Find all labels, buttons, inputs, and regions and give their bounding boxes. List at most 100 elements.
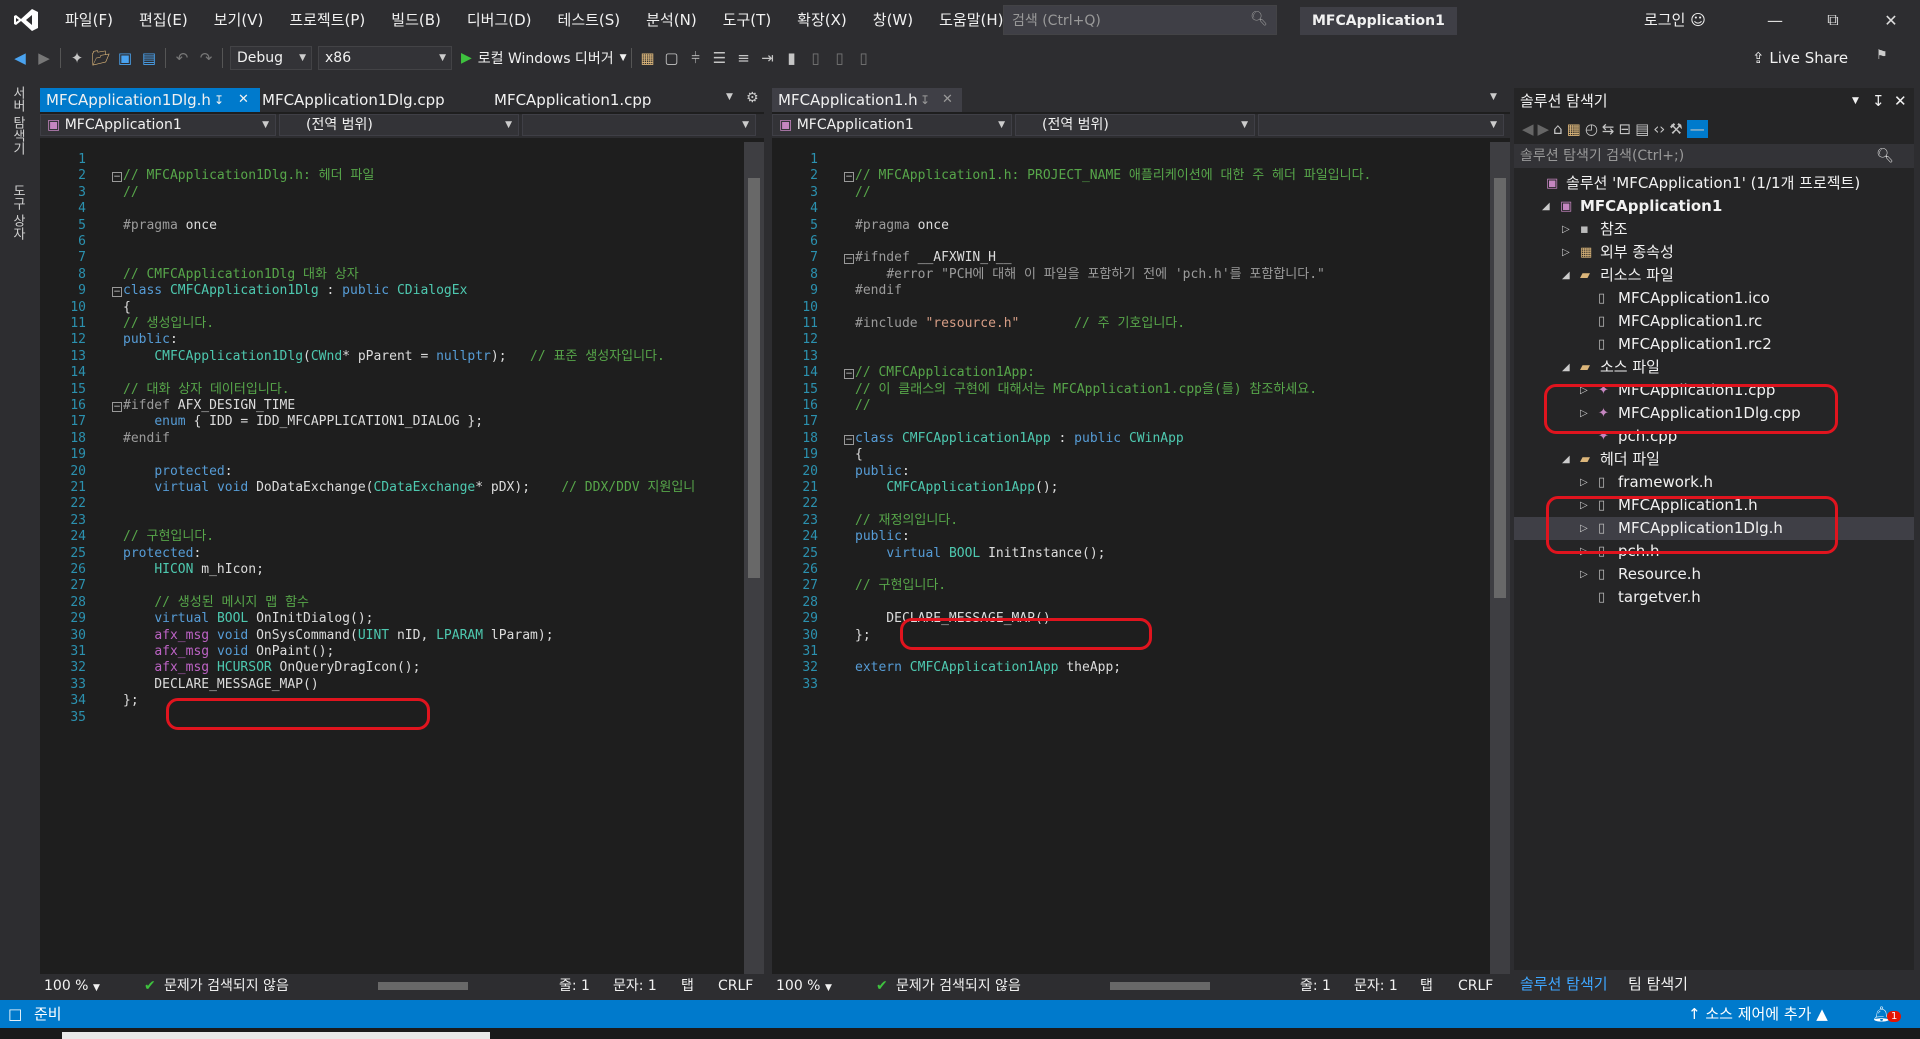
- back-icon[interactable]: ◀: [1522, 120, 1534, 138]
- collapse-all-icon[interactable]: ⊟: [1618, 120, 1631, 138]
- open-folder-icon[interactable]: 📂︎: [89, 46, 113, 70]
- tree-item[interactable]: ▷ ▦ 외부 종속성: [1514, 241, 1914, 264]
- menu-item[interactable]: 빌드(B): [378, 0, 454, 40]
- fold-toggle-icon[interactable]: −: [844, 434, 854, 445]
- member-select[interactable]: ▼: [1258, 114, 1504, 136]
- platform-select[interactable]: x86 ▼: [318, 46, 452, 70]
- tab-overflow-icon[interactable]: ▼: [1490, 92, 1497, 102]
- tab-overflow-icon[interactable]: ▼: [726, 92, 733, 102]
- tab-mfcapplication1-h[interactable]: MFCApplication1.h ↧ ✕: [772, 88, 962, 112]
- toolbox-tab[interactable]: 도구 상자: [8, 184, 27, 240]
- issues-status[interactable]: 문제가 검색되지 않음: [896, 974, 1021, 998]
- horizontal-scrollbar[interactable]: [364, 974, 494, 998]
- collapsed-arrow-icon[interactable]: ▷: [1580, 563, 1588, 586]
- solution-search-input[interactable]: 솔루션 탐색기 검색(Ctrl+;) 🔍︎: [1514, 144, 1914, 168]
- tree-item[interactable]: ▯ MFCApplication1.rc2: [1514, 333, 1914, 356]
- switch-views-icon[interactable]: ▦: [1567, 120, 1581, 138]
- output-window-icon[interactable]: □: [8, 1000, 22, 1028]
- member-select[interactable]: ▼: [522, 114, 756, 136]
- view-code-icon[interactable]: ‹›: [1653, 120, 1665, 138]
- back-icon[interactable]: ◀: [8, 46, 32, 70]
- menu-item[interactable]: 파일(F): [52, 0, 126, 40]
- menu-item[interactable]: 창(W): [860, 0, 926, 40]
- close-icon[interactable]: ✕: [238, 88, 249, 112]
- tab-mode[interactable]: 탭: [1420, 974, 1433, 998]
- tree-item[interactable]: ◢ ▰ 헤더 파일: [1514, 448, 1914, 471]
- new-project-icon[interactable]: ✦: [65, 46, 89, 70]
- scope-select[interactable]: (전역 범위) ▼: [279, 114, 519, 136]
- fold-toggle-icon[interactable]: −: [844, 172, 854, 183]
- restore-button[interactable]: ⧉: [1810, 0, 1856, 40]
- expanded-arrow-icon[interactable]: ◢: [1562, 448, 1570, 471]
- fold-toggle-icon[interactable]: −: [112, 402, 122, 412]
- close-icon[interactable]: ✕: [1894, 88, 1907, 114]
- menu-item[interactable]: 편집(E): [126, 0, 201, 40]
- fold-toggle-icon[interactable]: −: [844, 254, 854, 265]
- source-control-button[interactable]: ↑ 소스 제어에 추가 ▲: [1688, 1000, 1828, 1028]
- tree-item[interactable]: ▷ ▪ 참조: [1514, 218, 1914, 241]
- expanded-arrow-icon[interactable]: ◢: [1562, 356, 1570, 379]
- tree-item[interactable]: ▷ ▯ framework.h: [1514, 471, 1914, 494]
- pin-icon[interactable]: ↧: [1872, 88, 1885, 114]
- bookmark-next-icon[interactable]: ▯: [828, 46, 852, 70]
- format-icon[interactable]: ≡: [732, 46, 756, 70]
- line-ending[interactable]: CRLF: [1458, 974, 1493, 998]
- expanded-arrow-icon[interactable]: ◢: [1542, 195, 1550, 218]
- tree-item[interactable]: ▯ targetver.h: [1514, 586, 1914, 609]
- indent-icon[interactable]: ⇥: [756, 46, 780, 70]
- tree-item[interactable]: ▣ 솔루션 'MFCApplication1' (1/1개 프로젝트): [1514, 172, 1914, 195]
- tree-item[interactable]: ◢ ▰ 리소스 파일: [1514, 264, 1914, 287]
- project-select[interactable]: ▣ MFCApplication1 ▼: [40, 114, 276, 136]
- server-explorer-tab[interactable]: 서버 탐색기: [8, 86, 27, 155]
- close-window-button[interactable]: ✕: [1868, 0, 1914, 40]
- save-icon[interactable]: ▣: [113, 46, 137, 70]
- collapsed-arrow-icon[interactable]: ▷: [1562, 218, 1570, 241]
- step-icon[interactable]: ⫩: [684, 46, 708, 70]
- forward-icon[interactable]: ▶: [1538, 120, 1550, 138]
- login-button[interactable]: 로그인 ☺: [1644, 0, 1706, 40]
- visual-studio-logo-icon[interactable]: [0, 0, 52, 40]
- pin-icon[interactable]: ↧: [214, 88, 224, 112]
- tab-team-explorer[interactable]: 팀 탐색기: [1628, 970, 1688, 998]
- properties-icon[interactable]: ⚒: [1669, 120, 1682, 138]
- hierarchy-icon[interactable]: ☰: [708, 46, 732, 70]
- fold-toggle-icon[interactable]: −: [112, 287, 122, 298]
- redo-icon[interactable]: ↷: [194, 46, 218, 70]
- vertical-scrollbar[interactable]: [744, 142, 764, 974]
- zoom-select[interactable]: 100 % ▼: [44, 974, 100, 1000]
- scope-select[interactable]: (전역 범위) ▼: [1015, 114, 1255, 136]
- menu-item[interactable]: 보기(V): [201, 0, 277, 40]
- tree-item[interactable]: ▯ MFCApplication1.rc: [1514, 310, 1914, 333]
- sync-icon[interactable]: ⇆: [1602, 120, 1615, 138]
- minimize-button[interactable]: —: [1752, 0, 1798, 40]
- close-icon[interactable]: ✕: [942, 88, 953, 112]
- search-input[interactable]: 검색 (Ctrl+Q) 🔍︎: [1003, 5, 1277, 35]
- tree-item[interactable]: ◢ ▰ 소스 파일: [1514, 356, 1914, 379]
- tab-mfcapplication1dlg-h[interactable]: MFCApplication1Dlg.h ↧ ✕: [40, 88, 260, 112]
- tree-item[interactable]: ◢ ▣ MFCApplication1: [1514, 195, 1914, 218]
- tree-item[interactable]: ▯ MFCApplication1.ico: [1514, 287, 1914, 310]
- chevron-down-icon[interactable]: ▼: [1852, 88, 1859, 114]
- undo-icon[interactable]: ↶: [170, 46, 194, 70]
- vertical-scrollbar[interactable]: [1490, 142, 1510, 974]
- feedback-icon[interactable]: ⚑: [1876, 48, 1888, 63]
- live-share-button[interactable]: ⇪ Live Share: [1752, 40, 1848, 76]
- project-select[interactable]: ▣ MFCApplication1 ▼: [772, 114, 1012, 136]
- process-icon[interactable]: ▦: [636, 46, 660, 70]
- fold-toggle-icon[interactable]: −: [844, 369, 854, 380]
- notifications-icon[interactable]: 🔔︎1: [1872, 1000, 1902, 1031]
- bookmark-clear-icon[interactable]: ▯: [852, 46, 876, 70]
- menu-item[interactable]: 테스트(S): [545, 0, 634, 40]
- tab-mfcapplication1-cpp[interactable]: MFCApplication1.cpp: [488, 88, 708, 112]
- collapsed-arrow-icon[interactable]: ▷: [1562, 241, 1570, 264]
- tab-mode[interactable]: 탭: [681, 974, 694, 998]
- bookmark-prev-icon[interactable]: ▯: [804, 46, 828, 70]
- pin-icon[interactable]: ↧: [920, 88, 930, 112]
- history-icon[interactable]: ◴: [1585, 120, 1598, 138]
- scrollbar-thumb[interactable]: [748, 178, 760, 578]
- forward-icon[interactable]: ▶: [32, 46, 56, 70]
- expanded-arrow-icon[interactable]: ◢: [1562, 264, 1570, 287]
- menu-item[interactable]: 디버그(D): [454, 0, 545, 40]
- fold-toggle-icon[interactable]: −: [112, 172, 122, 183]
- code-editor[interactable]: 1 2 3 4 5 6 7 8 9 10 11 12 13 14 15 16 17 18 19 20 21 22 23 24 2…: [772, 142, 1490, 974]
